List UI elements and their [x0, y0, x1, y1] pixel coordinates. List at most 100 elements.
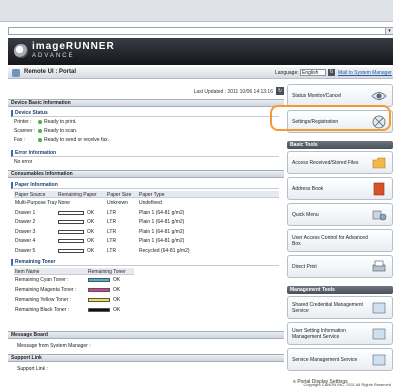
toner-level-swatch — [88, 308, 110, 312]
paper-source-cell: Drawer 5 — [15, 247, 36, 254]
user-access-control-button[interactable]: User Access Control for Advanced Box — [287, 229, 393, 252]
paper-type-cell: Plain 1 (64-81 g/m2) — [139, 238, 185, 244]
folder-icon — [372, 157, 386, 169]
toner-level-swatch — [88, 288, 110, 292]
message-text: Message from System Manager : — [17, 343, 91, 349]
support-link-header: Support Link — [8, 354, 284, 362]
quick-menu-icon — [372, 210, 387, 221]
chevron-down-icon[interactable]: ▾ — [385, 28, 393, 34]
support-text: Support Link : — [17, 366, 48, 372]
address-book-icon — [373, 182, 385, 196]
quick-menu-button[interactable]: Quick Menu — [287, 203, 393, 226]
logo-icon — [14, 44, 28, 58]
status-ok-icon — [38, 137, 42, 142]
status-monitor-label: Status Monitor/Cancel — [292, 92, 342, 99]
toner-name-cell: Remaining Cyan Toner : — [15, 277, 69, 283]
message-board-header: Message Board — [8, 331, 284, 339]
consumables-header: Consumables Information — [8, 170, 284, 178]
paper-col-size: Paper Size — [107, 192, 132, 198]
toner-name-cell: Remaining Magenta Toner : — [15, 287, 77, 293]
user-setting-info-button[interactable]: User Setting Information Management Serv… — [287, 322, 393, 345]
language-apply-button[interactable]: ↻ — [328, 69, 335, 76]
status-monitor-button[interactable]: Status Monitor/Cancel — [287, 84, 393, 107]
address-book-label: Address Book — [292, 185, 324, 192]
paper-source-cell: Drawer 1 — [15, 209, 36, 216]
language-select[interactable]: English — [300, 69, 326, 76]
paper-remaining-cell: None — [58, 200, 70, 206]
service-management-button[interactable]: Service Management Service — [287, 348, 393, 371]
portal-bar: Remote UI : Portal Language: English ↻ M… — [8, 67, 393, 79]
status-fax-label: Fax : — [14, 137, 26, 143]
toner-level-swatch — [88, 278, 110, 282]
eye-icon — [371, 92, 387, 100]
paper-source-cell: Drawer 2 — [15, 219, 36, 225]
paper-remaining-cell: OK — [87, 238, 95, 244]
paper-source-cell: Drawer 4 — [15, 238, 36, 244]
paper-remaining-cell: OK — [87, 219, 95, 225]
update-bar: Last Updated : 2011 10/06 14:13:16 ↻ — [8, 85, 284, 97]
paper-size-cell: LTR — [107, 228, 117, 235]
quick-menu-label: Quick Menu — [292, 211, 319, 218]
language-label: Language: — [275, 70, 299, 76]
last-updated: Last Updated : 2011 10/06 14:13:16 — [193, 89, 273, 95]
top-dropdown[interactable]: ▾ — [8, 27, 393, 35]
product-subname: ADVANCE — [32, 53, 75, 59]
toner-col-name: Item Name — [15, 269, 40, 275]
toner-name-cell: Remaining Yellow Toner : — [15, 297, 72, 303]
portal-icon — [12, 69, 20, 77]
paper-type-cell: Undefined — [139, 200, 162, 206]
toner-level-swatch — [88, 298, 110, 302]
paper-source-cell: Drawer 3 — [15, 228, 36, 235]
paper-info-header: Paper Information — [11, 182, 279, 189]
paper-level-gauge — [58, 229, 84, 234]
user-access-control-label: User Access Control for Advanced Box — [292, 234, 368, 247]
remaining-toner-header: Remaining Toner — [11, 259, 279, 266]
status-fax-value: Ready to send or receive fax. — [38, 137, 109, 143]
management-tools-header: Management Tools — [287, 286, 393, 294]
paper-type-cell: Plain 1 (64-81 g/m2) — [139, 209, 185, 216]
service-icon — [372, 354, 386, 366]
brand-banner: imageRUNNER ADVANCE — [8, 38, 393, 65]
user-setting-info-label: User Setting Information Management Serv… — [292, 327, 346, 340]
shared-credential-button[interactable]: Shared Credential Management Service — [287, 296, 393, 319]
basic-tools-header: Basic Tools — [287, 141, 393, 149]
paper-remaining-cell: OK — [87, 209, 95, 216]
status-scanner-value: Ready to scan. — [38, 128, 77, 134]
paper-remaining-cell: OK — [87, 247, 95, 254]
copyright: Copyright CANON INC. 2011 All Rights Res… — [303, 382, 391, 387]
toner-value-cell: OK — [113, 307, 121, 313]
device-status-header: Device Status — [11, 110, 279, 117]
paper-size-cell: LTR — [107, 219, 117, 225]
direct-print-button[interactable]: Direct Print — [287, 255, 393, 278]
toner-value-cell: OK — [113, 287, 121, 293]
status-ok-icon — [38, 128, 42, 133]
paper-type-cell: Recycled (64-81 g/m2) — [139, 247, 190, 254]
paper-col-remaining: Remaining Paper — [58, 192, 97, 198]
toner-table-header: Item Name Remaining Toner — [14, 268, 134, 275]
browser-strip — [0, 0, 393, 22]
device-basic-info-header: Device Basic Information — [8, 99, 284, 107]
paper-level-gauge — [58, 220, 84, 224]
paper-col-type: Paper Type — [139, 192, 165, 198]
shared-credential-label: Shared Credential Management Service — [292, 301, 363, 314]
paper-level-gauge — [58, 210, 84, 215]
address-book-button[interactable]: Address Book — [287, 177, 393, 200]
mail-to-system-manager-link[interactable]: Mail to System Manager — [338, 70, 392, 76]
paper-remaining-cell: OK — [87, 228, 95, 235]
credential-icon — [372, 302, 386, 314]
user-setting-icon — [372, 328, 386, 340]
error-text: No error — [14, 159, 33, 165]
refresh-icon[interactable]: ↻ — [276, 87, 284, 95]
paper-size-cell: LTR — [107, 209, 117, 216]
paper-source-cell: Multi-Purpose Tray — [15, 200, 57, 206]
status-ok-icon — [38, 119, 42, 124]
paper-size-cell: Unknown — [107, 200, 128, 206]
paper-level-gauge — [58, 239, 84, 243]
paper-size-cell: LTR — [107, 238, 117, 244]
toner-name-cell: Remaining Black Toner : — [15, 307, 70, 313]
access-received-files-button[interactable]: Access Received/Stored Files — [287, 151, 393, 174]
paper-table-header: Paper Source Remaining Paper Paper Size … — [14, 191, 279, 198]
error-info-header: Error Information — [11, 150, 279, 157]
settings-highlight — [270, 105, 391, 131]
status-scanner-label: Scanner : — [14, 128, 36, 134]
